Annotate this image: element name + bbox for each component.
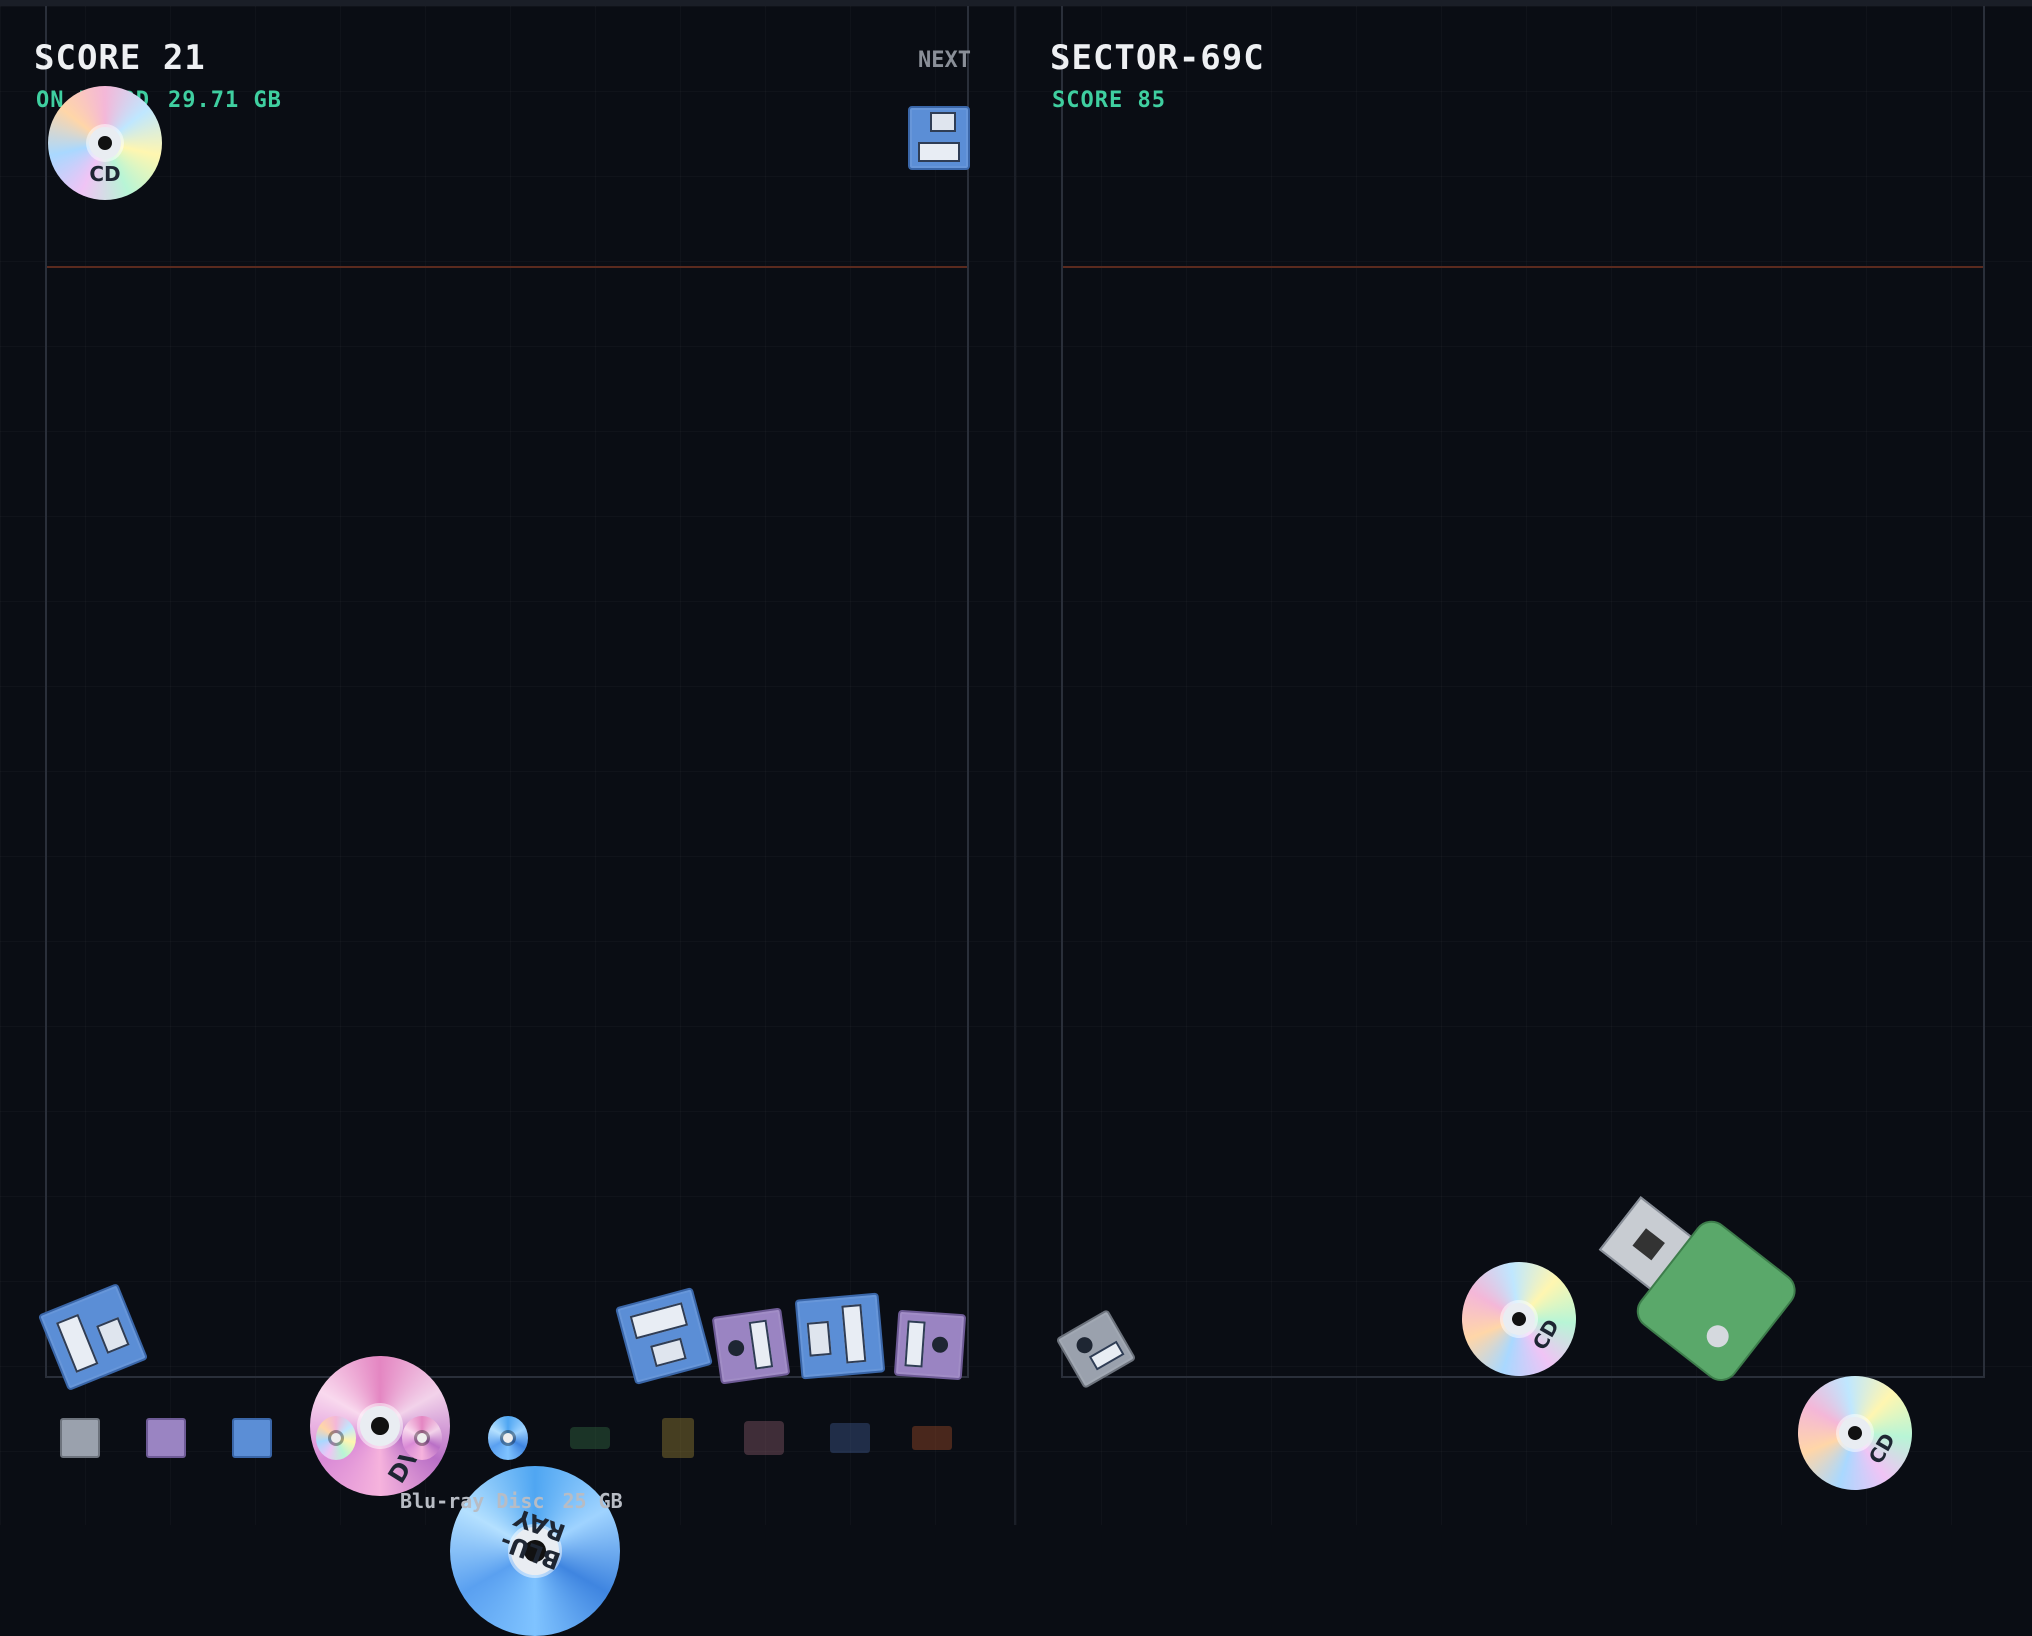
player-score: SCORE 21 — [34, 38, 206, 78]
selected-piece-capacity: 25 GB — [562, 1489, 623, 1513]
opponent-cd: CD — [1777, 1355, 1933, 1511]
opponent-overflow-line — [1063, 266, 1983, 268]
player-overflow-line — [47, 266, 967, 268]
tray-bluray-icon[interactable] — [488, 1416, 528, 1460]
opponent-board: SECTOR-69C SCORE 85 CD CD — [1016, 6, 2032, 1525]
opponent-score: SCORE 85 — [1052, 88, 1166, 113]
tray-floppy-blue-icon[interactable] — [232, 1418, 272, 1458]
tray-usb-drive-icon[interactable] — [570, 1418, 610, 1458]
opponent-play-well — [1061, 6, 1985, 1378]
tray-sd-card-icon[interactable] — [658, 1418, 698, 1458]
tray-tape-icon[interactable] — [912, 1418, 952, 1458]
disc-hub-icon — [89, 127, 121, 159]
stacked-floppy-purple-icon — [893, 1309, 967, 1381]
tray-cd-icon[interactable] — [316, 1416, 356, 1460]
tray-dvd-icon[interactable] — [402, 1416, 442, 1460]
opponent-name: SECTOR-69C — [1050, 38, 1265, 78]
evolution-tray — [0, 1416, 1014, 1460]
selected-piece-name: Blu-ray Disc — [400, 1489, 545, 1513]
stacked-floppy-icon — [794, 1292, 886, 1380]
onboard-value: 29.71 GB — [167, 88, 282, 113]
selected-piece-caption: Blu-ray Disc 25 GB — [400, 1489, 623, 1513]
current-piece-cd[interactable]: CD — [48, 86, 162, 200]
tray-ssd-icon[interactable] — [830, 1418, 870, 1458]
tray-floppy-gray-icon[interactable] — [60, 1418, 100, 1458]
stacked-floppy-purple-icon — [711, 1307, 791, 1385]
player-play-well[interactable] — [45, 6, 969, 1378]
player-board: SCORE 21 ON BOARD29.71 GB NEXT CD DVD BL… — [0, 6, 1016, 1636]
cd-label: CD — [89, 162, 121, 186]
next-piece-floppy-icon — [908, 106, 970, 170]
next-label: NEXT — [918, 48, 971, 73]
tray-hard-drive-icon[interactable] — [744, 1418, 784, 1458]
tray-floppy-purple-icon[interactable] — [146, 1418, 186, 1458]
